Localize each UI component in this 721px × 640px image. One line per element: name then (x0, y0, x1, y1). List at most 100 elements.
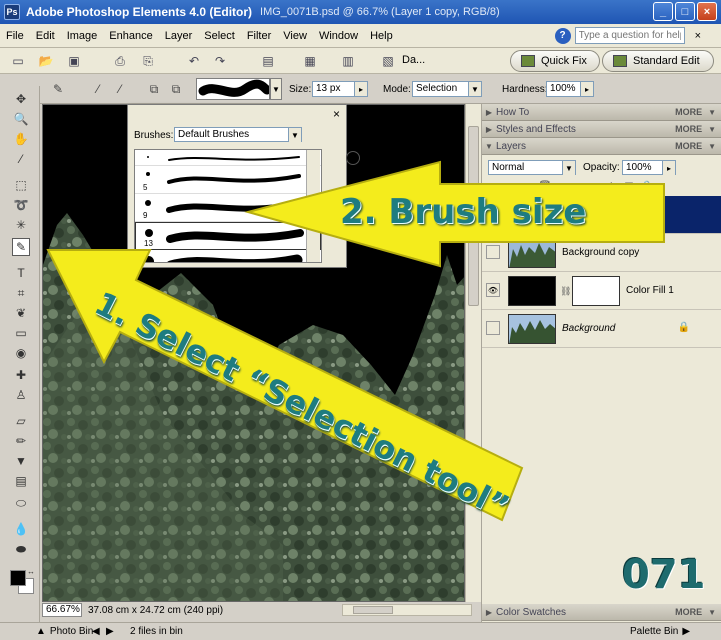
organizer-icon[interactable]: ▤ (258, 52, 278, 70)
undo-icon[interactable]: ↶ (184, 52, 204, 70)
how-to-more[interactable]: MORE (675, 107, 702, 117)
brush-preset-selected[interactable]: 13 (135, 222, 321, 250)
brush-preset[interactable]: 9 (135, 194, 321, 222)
new-selection-icon[interactable]: ⧉ (144, 80, 164, 98)
link-layers-icon[interactable]: ∞ (562, 180, 576, 192)
menu-layer[interactable]: Layer (159, 30, 199, 42)
print-preview-icon[interactable]: ⎘ (138, 52, 158, 70)
menu-filter[interactable]: Filter (241, 30, 277, 42)
brush-set-dropdown-icon[interactable]: ▼ (288, 128, 301, 142)
sponge-tool-icon[interactable]: ⬬ (12, 540, 30, 558)
document-info[interactable]: 37.08 cm x 24.72 cm (240 ppi) (88, 605, 223, 616)
redo-icon[interactable]: ↷ (210, 52, 230, 70)
open-file-icon[interactable]: 📂 (36, 52, 56, 70)
date-view-icon[interactable]: ▧ (378, 52, 398, 70)
color-swatches-palette-header[interactable]: ▶ Color Swatches MORE ▼ (482, 604, 721, 621)
add-selection-icon[interactable]: ⁄ (88, 80, 108, 98)
selection-brush-tool-icon[interactable]: ✎ (12, 238, 30, 256)
mode-select[interactable]: Selection ▼ (412, 81, 482, 97)
popup-close-button[interactable]: × (333, 107, 340, 121)
menu-image[interactable]: Image (61, 30, 104, 42)
size-field[interactable]: 13 px ▸ (312, 81, 368, 97)
menu-file[interactable]: File (0, 30, 30, 42)
minimize-button[interactable]: _ (653, 2, 673, 21)
swatches-more[interactable]: MORE (675, 607, 702, 617)
hand-tool-icon[interactable]: ✋ (12, 130, 30, 148)
eye-icon[interactable]: 👁 (486, 283, 500, 297)
maximize-button[interactable]: □ (675, 2, 695, 21)
move-tool-icon[interactable]: ✥ (12, 90, 30, 108)
date-view-label[interactable]: Da... (402, 54, 425, 66)
new-layer-icon[interactable]: ▭ (494, 180, 508, 192)
next-photo-icon[interactable]: ▶ (106, 626, 114, 637)
straighten-tool-icon[interactable]: ▭ (12, 324, 30, 342)
marquee-tool-icon[interactable]: ⬚ (12, 176, 30, 194)
magic-wand-tool-icon[interactable]: ✳ (12, 216, 30, 234)
blend-mode-dropdown-icon[interactable]: ▼ (562, 161, 575, 175)
blur-tool-icon[interactable]: 💧 (12, 520, 30, 538)
lock-all-icon[interactable]: 🔒 (640, 180, 654, 192)
hardness-field[interactable]: 100% ▸ (546, 81, 594, 97)
styles-more[interactable]: MORE (675, 124, 702, 134)
blend-mode-select[interactable]: Normal ▼ (488, 160, 576, 175)
save-icon[interactable]: ▣ (64, 52, 84, 70)
vertical-scroll-thumb[interactable] (468, 126, 479, 306)
lock-transparency-icon[interactable]: ▦ (622, 180, 636, 192)
layers-palette-header[interactable]: ▼ Layers MORE ▼ (482, 138, 721, 155)
photo-bin-toggle[interactable]: ▲ Photo Bin (36, 626, 93, 637)
brush-preset[interactable]: 5 (135, 166, 321, 194)
menu-enhance[interactable]: Enhance (103, 30, 158, 42)
prev-photo-icon[interactable]: ◀ (92, 626, 100, 637)
horizontal-scroll-thumb[interactable] (353, 606, 393, 614)
gradient-tool-icon[interactable]: ▤ (12, 472, 30, 490)
menu-window[interactable]: Window (313, 30, 364, 42)
file-browser-icon[interactable]: ▥ (338, 52, 358, 70)
palette-bin-toggle[interactable]: Palette Bin ▶ (630, 626, 690, 637)
brush-set-select[interactable]: Default Brushes ▼ (174, 127, 302, 142)
selection-brush-option-icon[interactable]: ✎ (48, 80, 68, 98)
hardness-slider-arrow-icon[interactable]: ▸ (580, 82, 593, 96)
layers-more[interactable]: MORE (675, 141, 702, 151)
brush-list-scrollbar[interactable] (306, 150, 320, 262)
menu-select[interactable]: Select (198, 30, 241, 42)
canvas-vertical-scrollbar[interactable] (465, 104, 481, 602)
paint-bucket-tool-icon[interactable]: ▼ (12, 452, 30, 470)
delete-layer-icon[interactable]: 🗑 (538, 180, 552, 192)
foreground-color-swatch[interactable] (10, 570, 26, 586)
visibility-toggle-icon[interactable] (486, 245, 500, 259)
new-file-icon[interactable]: ▭ (8, 52, 28, 70)
canvas-horizontal-scrollbar[interactable] (342, 604, 472, 616)
crop-tool-icon[interactable]: ⌗ (12, 284, 30, 302)
type-tool-icon[interactable]: T (12, 264, 30, 282)
calendar-icon[interactable]: ▦ (300, 52, 320, 70)
cookie-cutter-tool-icon[interactable]: ❦ (12, 304, 30, 322)
opacity-slider-arrow-icon[interactable]: ▸ (662, 161, 675, 175)
brush-preset[interactable] (135, 150, 321, 166)
clone-stamp-tool-icon[interactable]: ♙ (12, 386, 30, 404)
menu-view[interactable]: View (277, 30, 313, 42)
shape-tool-icon[interactable]: ⬭ (12, 494, 30, 512)
quick-fix-button[interactable]: Quick Fix (510, 50, 600, 72)
size-slider-arrow-icon[interactable]: ▸ (354, 82, 367, 96)
eyedropper-tool-icon[interactable]: ⁄ (12, 150, 30, 168)
document-close-button[interactable]: × (695, 30, 701, 42)
brush-picker-dropdown-icon[interactable]: ▼ (270, 78, 282, 100)
adjustment-layer-icon[interactable]: ◐ (516, 180, 530, 192)
red-eye-tool-icon[interactable]: ◉ (12, 344, 30, 362)
help-search-input[interactable] (574, 27, 685, 44)
healing-brush-tool-icon[interactable]: ✚ (12, 366, 30, 384)
standard-edit-button[interactable]: Standard Edit (602, 50, 714, 72)
how-to-palette-header[interactable]: ▶ How To MORE ▼ (482, 104, 721, 121)
pencil-tool-icon[interactable]: ✏ (12, 432, 30, 450)
styles-effects-palette-header[interactable]: ▶ Styles and Effects MORE ▼ (482, 121, 721, 138)
menu-edit[interactable]: Edit (30, 30, 61, 42)
brush-preset[interactable]: 19 (135, 250, 321, 262)
brush-menu-arrow-icon[interactable]: ▶ (346, 151, 360, 165)
visibility-toggle-icon[interactable] (486, 321, 500, 335)
opacity-field[interactable]: 100% ▸ (622, 160, 676, 175)
brush-preview[interactable] (196, 78, 270, 100)
eraser-tool-icon[interactable]: ▱ (12, 412, 30, 430)
layer-row[interactable]: 👁 ⛓ Color Fill 1 (482, 272, 721, 310)
layer-row[interactable]: Background 🔒 (482, 310, 721, 348)
swap-colors-icon[interactable]: ↔ (26, 566, 36, 576)
